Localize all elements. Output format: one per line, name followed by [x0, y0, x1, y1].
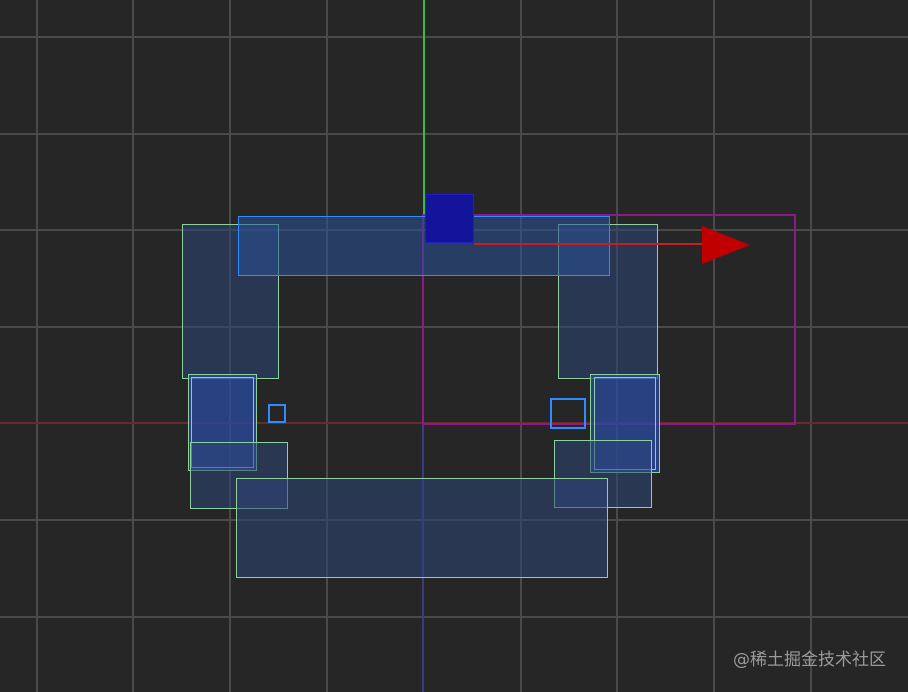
- grid-line: [132, 0, 134, 692]
- node-bottom-bar[interactable]: [236, 478, 608, 578]
- grid-line: [0, 36, 908, 38]
- x-axis-arrow-icon[interactable]: [702, 226, 750, 264]
- grid-line: [36, 0, 38, 692]
- grid-line: [0, 616, 908, 618]
- scene-viewport[interactable]: @稀土掘金技术社区: [0, 0, 908, 692]
- y-axis-line: [423, 0, 425, 216]
- move-plane-handle-icon[interactable]: [425, 194, 474, 243]
- node-top-bar-selected[interactable]: [238, 216, 610, 276]
- watermark: @稀土掘金技术社区: [733, 650, 886, 670]
- anchor-point-left[interactable]: [268, 404, 286, 423]
- grid-line: [326, 0, 328, 692]
- grid-line: [810, 0, 812, 692]
- anchor-point-right[interactable]: [550, 398, 586, 429]
- grid-line: [0, 133, 908, 135]
- x-axis-arrow-shaft[interactable]: [474, 243, 706, 245]
